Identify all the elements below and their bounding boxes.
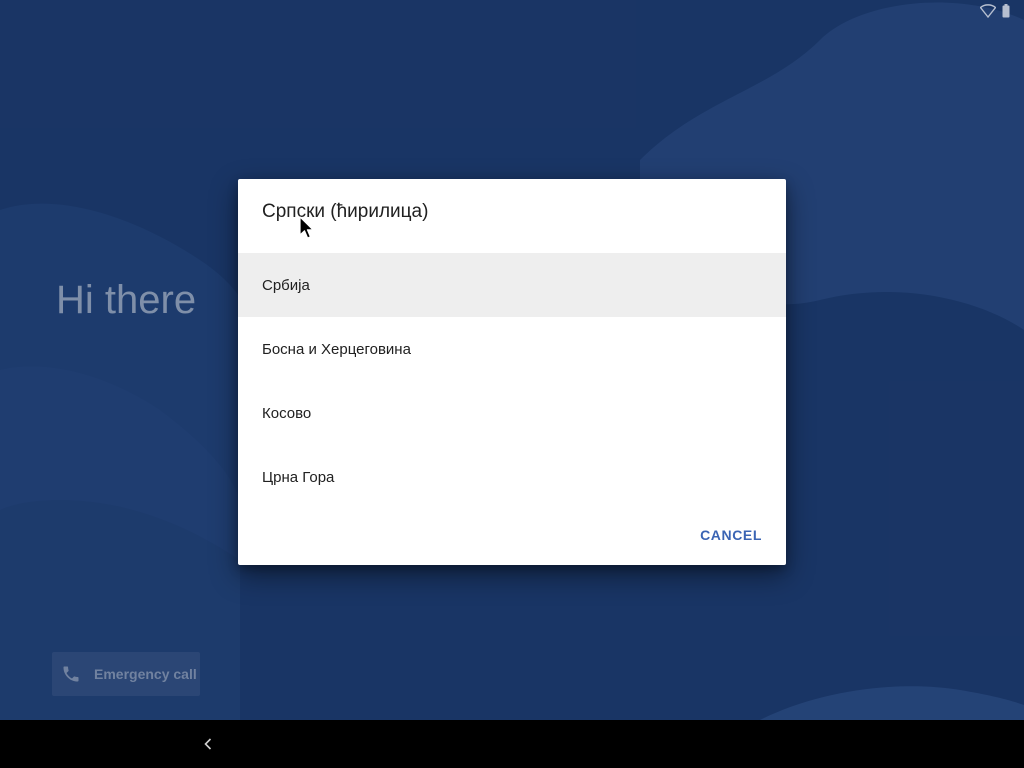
setup-wizard-screen: Hi there Emergency call Српски (ћирилица… <box>0 0 1024 768</box>
navigation-bar <box>0 720 1024 768</box>
region-picker-dialog: Српски (ћирилица) Србија Босна и Херцего… <box>238 179 786 565</box>
back-icon <box>204 738 212 750</box>
back-button[interactable] <box>196 732 220 756</box>
cancel-button[interactable]: CANCEL <box>700 527 762 543</box>
mouse-cursor-icon <box>299 216 314 239</box>
region-list: Србија Босна и Херцеговина Косово Црна Г… <box>238 253 786 509</box>
region-item-kosovo[interactable]: Косово <box>238 381 786 445</box>
region-item-serbia[interactable]: Србија <box>238 253 786 317</box>
region-item-bosnia-herzegovina[interactable]: Босна и Херцеговина <box>238 317 786 381</box>
region-item-montenegro[interactable]: Црна Гора <box>238 445 786 509</box>
dialog-title: Српски (ћирилица) <box>262 201 429 222</box>
